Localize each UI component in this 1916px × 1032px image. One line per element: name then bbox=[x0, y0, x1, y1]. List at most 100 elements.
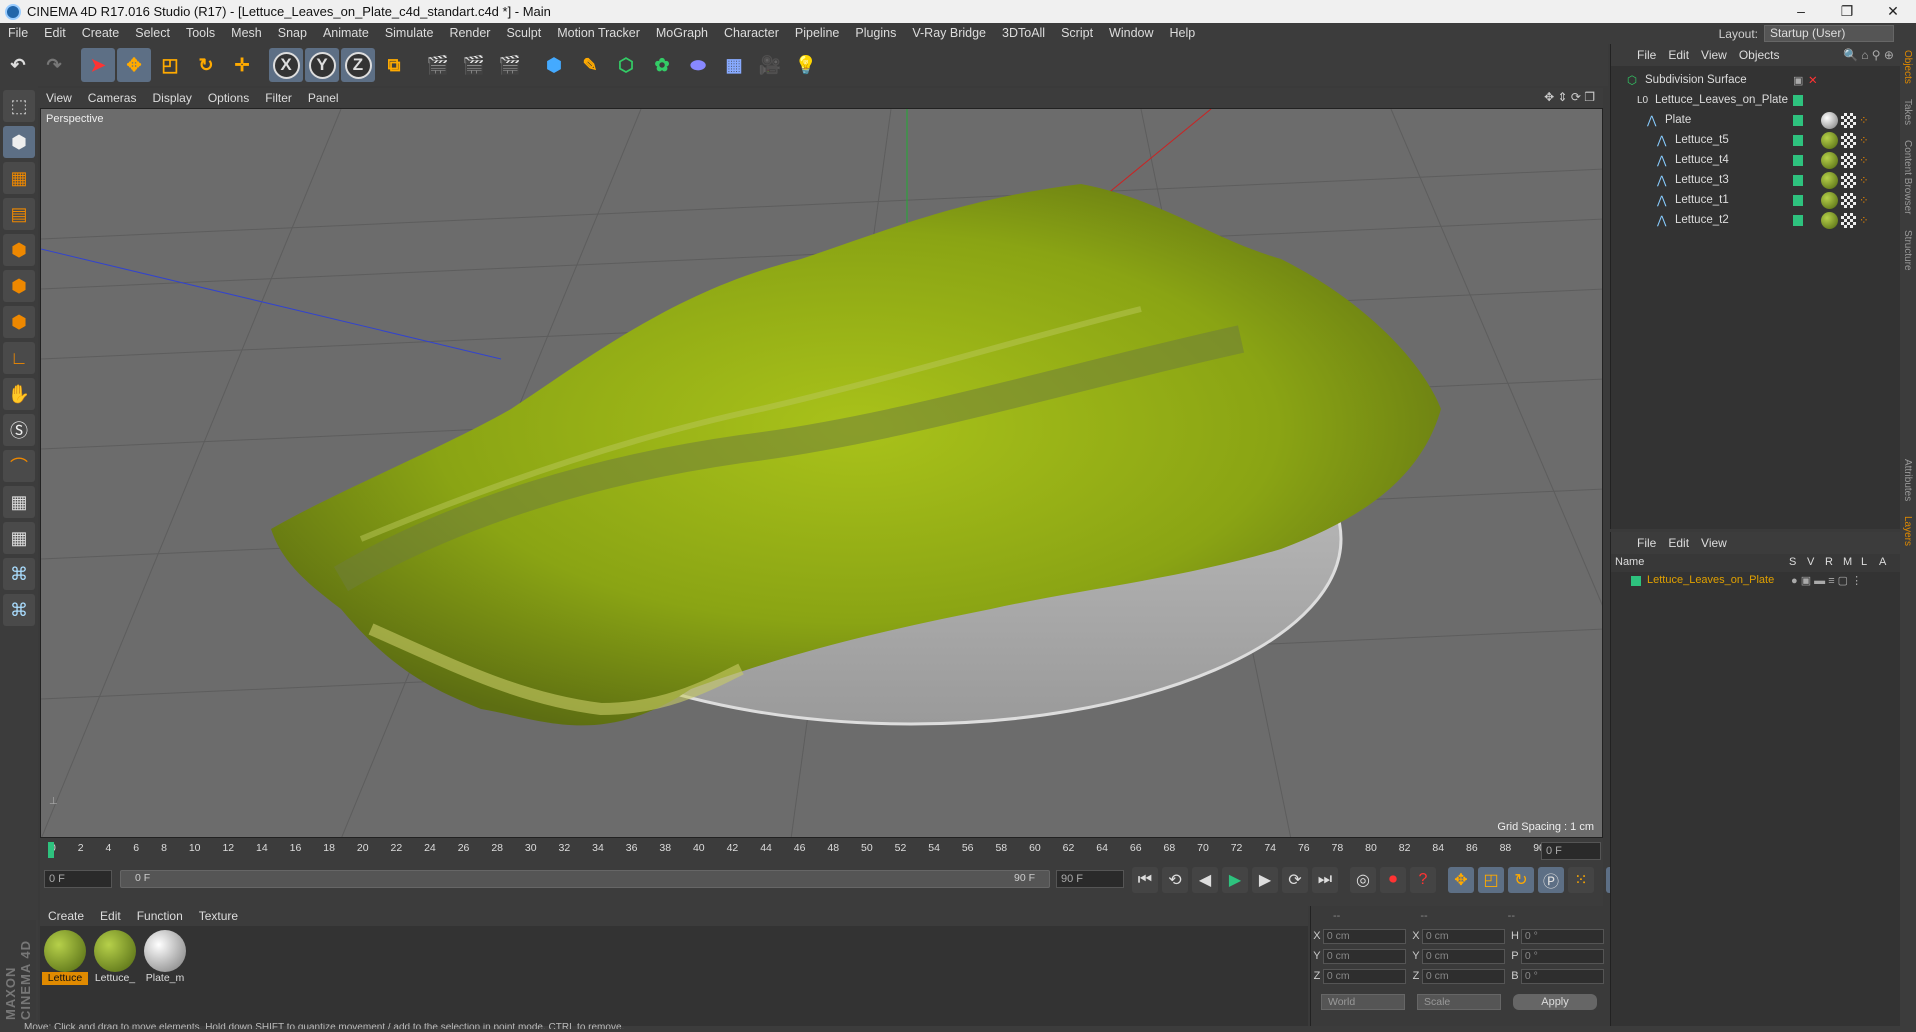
mat-menu-create[interactable]: Create bbox=[40, 909, 92, 923]
light-icon[interactable]: 💡 bbox=[789, 48, 823, 82]
coord-field[interactable]: 0 cm bbox=[1322, 968, 1406, 984]
menu-vray-bridge[interactable]: V-Ray Bridge bbox=[904, 23, 994, 44]
side-tab-objects[interactable]: Objects bbox=[1902, 50, 1913, 84]
phong-tag-icon[interactable]: ⁘ bbox=[1859, 193, 1869, 207]
tree-row-subdivision[interactable]: ⬡ Subdivision Surface ▣ ✕ bbox=[1611, 70, 1900, 90]
tree-row-lettuce-t5[interactable]: ⋀ Lettuce_t5 ⁘ bbox=[1611, 130, 1900, 150]
world-select[interactable]: World bbox=[1321, 994, 1405, 1010]
timeline-playhead[interactable] bbox=[48, 842, 54, 858]
uvw-tag-icon[interactable] bbox=[1841, 132, 1856, 148]
next-frame-icon[interactable]: ▶ bbox=[1252, 867, 1278, 893]
restore-button[interactable]: ❐ bbox=[1824, 0, 1870, 23]
coord-field[interactable]: 0 cm bbox=[1421, 968, 1505, 984]
python-icon[interactable]: ⌘ bbox=[3, 558, 35, 590]
python-script-icon[interactable]: ⌘ bbox=[3, 594, 35, 626]
coord-field[interactable]: 0 cm bbox=[1421, 948, 1505, 964]
apply-button[interactable]: Apply bbox=[1513, 994, 1597, 1010]
edges-mode-icon[interactable]: ⬢ bbox=[3, 270, 35, 302]
vp-menu-filter[interactable]: Filter bbox=[257, 91, 300, 105]
layer-color-icon[interactable] bbox=[1793, 114, 1803, 126]
menu-3dtoall[interactable]: 3DToAll bbox=[994, 23, 1053, 44]
coord-field[interactable]: 0 cm bbox=[1322, 928, 1406, 944]
scale-tool-icon[interactable]: ◰ bbox=[153, 48, 187, 82]
layer-color-icon[interactable] bbox=[1793, 134, 1803, 146]
z-axis-lock-icon[interactable]: Z bbox=[341, 48, 375, 82]
menu-edit[interactable]: Edit bbox=[36, 23, 74, 44]
mat-menu-texture[interactable]: Texture bbox=[191, 909, 246, 923]
close-button[interactable]: ✕ bbox=[1870, 0, 1916, 23]
layer-color-icon[interactable] bbox=[1793, 154, 1803, 166]
texture-mode-icon[interactable]: ▦ bbox=[3, 162, 35, 194]
layout-select[interactable]: Startup (User) bbox=[1764, 25, 1894, 42]
layer-menu-file[interactable]: File bbox=[1631, 536, 1662, 550]
uvw-tag-icon[interactable] bbox=[1841, 112, 1856, 128]
mat-menu-function[interactable]: Function bbox=[129, 909, 191, 923]
workplane-lock-icon[interactable]: ▦ bbox=[3, 486, 35, 518]
menu-create[interactable]: Create bbox=[74, 23, 128, 44]
current-frame-field[interactable]: 0 F bbox=[1541, 842, 1601, 860]
coordinate-system-icon[interactable]: ⧉ bbox=[377, 48, 411, 82]
menu-character[interactable]: Character bbox=[716, 23, 787, 44]
uvw-tag-icon[interactable] bbox=[1841, 152, 1856, 168]
rotate-tool-icon[interactable]: ↻ bbox=[189, 48, 223, 82]
vp-menu-panel[interactable]: Panel bbox=[300, 91, 347, 105]
menu-mesh[interactable]: Mesh bbox=[223, 23, 270, 44]
timeline[interactable]: 0246810121416182022242628303234363840424… bbox=[40, 838, 1603, 864]
x-axis-lock-icon[interactable]: X bbox=[269, 48, 303, 82]
camera-icon[interactable]: 🎥 bbox=[753, 48, 787, 82]
pen-spline-icon[interactable]: ✎ bbox=[573, 48, 607, 82]
axis-mode-icon[interactable]: ∟ bbox=[3, 342, 35, 374]
coord-field[interactable]: 0 cm bbox=[1322, 948, 1406, 964]
select-tool-icon[interactable]: ➤ bbox=[81, 48, 115, 82]
material-lettuce-1[interactable]: Lettuce bbox=[42, 930, 88, 985]
menu-animate[interactable]: Animate bbox=[315, 23, 377, 44]
tweak-mode-icon[interactable]: ✋ bbox=[3, 378, 35, 410]
side-tab-layers[interactable]: Layers bbox=[1902, 516, 1913, 546]
render-view-icon[interactable]: 🎬 bbox=[421, 48, 455, 82]
side-tab-takes[interactable]: Takes bbox=[1902, 99, 1913, 125]
material-plate[interactable]: Plate_m bbox=[142, 930, 188, 985]
phong-tag-icon[interactable]: ⁘ bbox=[1859, 173, 1869, 187]
motion-record-icon[interactable]: ◎ bbox=[1350, 867, 1376, 893]
phong-tag-icon[interactable]: ⁘ bbox=[1859, 133, 1869, 147]
key-rotation-icon[interactable]: ↻ bbox=[1508, 867, 1534, 893]
auto-key-icon[interactable]: ? bbox=[1410, 867, 1436, 893]
undo-icon[interactable]: ↶ bbox=[1, 48, 35, 82]
play-icon[interactable]: ▶ bbox=[1222, 867, 1248, 893]
phong-tag-icon[interactable]: ⁘ bbox=[1859, 213, 1869, 227]
points-mode-icon[interactable]: ⬢ bbox=[3, 234, 35, 266]
menu-motion-tracker[interactable]: Motion Tracker bbox=[549, 23, 648, 44]
coord-field[interactable]: 0 cm bbox=[1421, 928, 1505, 944]
disable-icon[interactable]: ✕ bbox=[1808, 73, 1818, 87]
object-toolbar-icons[interactable]: 🔍 ⌂ ⚲ ⊕ bbox=[1843, 48, 1894, 62]
vp-menu-options[interactable]: Options bbox=[200, 91, 257, 105]
menu-snap[interactable]: Snap bbox=[270, 23, 315, 44]
scale-select[interactable]: Scale bbox=[1417, 994, 1501, 1010]
layer-row[interactable]: Lettuce_Leaves_on_Plate ● ▣ ▬ ≡ ▢ ⋮ bbox=[1611, 572, 1900, 590]
key-position-icon[interactable]: ✥ bbox=[1448, 867, 1474, 893]
subdivision-icon[interactable]: ⬡ bbox=[609, 48, 643, 82]
menu-render[interactable]: Render bbox=[441, 23, 498, 44]
obj-menu-objects[interactable]: Objects bbox=[1733, 48, 1786, 62]
side-tab-structure[interactable]: Structure bbox=[1902, 230, 1913, 271]
menu-simulate[interactable]: Simulate bbox=[377, 23, 442, 44]
tree-row-lettuce-t2[interactable]: ⋀ Lettuce_t2 ⁘ bbox=[1611, 210, 1900, 230]
menu-help[interactable]: Help bbox=[1162, 23, 1204, 44]
obj-menu-file[interactable]: File bbox=[1631, 48, 1662, 62]
menu-select[interactable]: Select bbox=[127, 23, 178, 44]
tree-row-lettuce-t1[interactable]: ⋀ Lettuce_t1 ⁘ bbox=[1611, 190, 1900, 210]
side-tab-content-browser[interactable]: Content Browser bbox=[1902, 140, 1913, 214]
tree-row-lettuce-t3[interactable]: ⋀ Lettuce_t3 ⁘ bbox=[1611, 170, 1900, 190]
minimize-button[interactable]: – bbox=[1778, 0, 1824, 23]
side-tab-attributes[interactable]: Attributes bbox=[1902, 459, 1913, 501]
go-to-start-icon[interactable]: ⏮ bbox=[1132, 867, 1158, 893]
vp-menu-view[interactable]: View bbox=[38, 91, 80, 105]
y-axis-lock-icon[interactable]: Y bbox=[305, 48, 339, 82]
floor-icon[interactable]: ▦ bbox=[717, 48, 751, 82]
redo-icon[interactable]: ↷ bbox=[37, 48, 71, 82]
record-icon[interactable]: ⏺ bbox=[1380, 867, 1406, 893]
uvw-tag-icon[interactable] bbox=[1841, 172, 1856, 188]
move-tool-icon[interactable]: ✥ bbox=[117, 48, 151, 82]
obj-menu-edit[interactable]: Edit bbox=[1662, 48, 1695, 62]
layer-color-icon[interactable] bbox=[1793, 214, 1803, 226]
